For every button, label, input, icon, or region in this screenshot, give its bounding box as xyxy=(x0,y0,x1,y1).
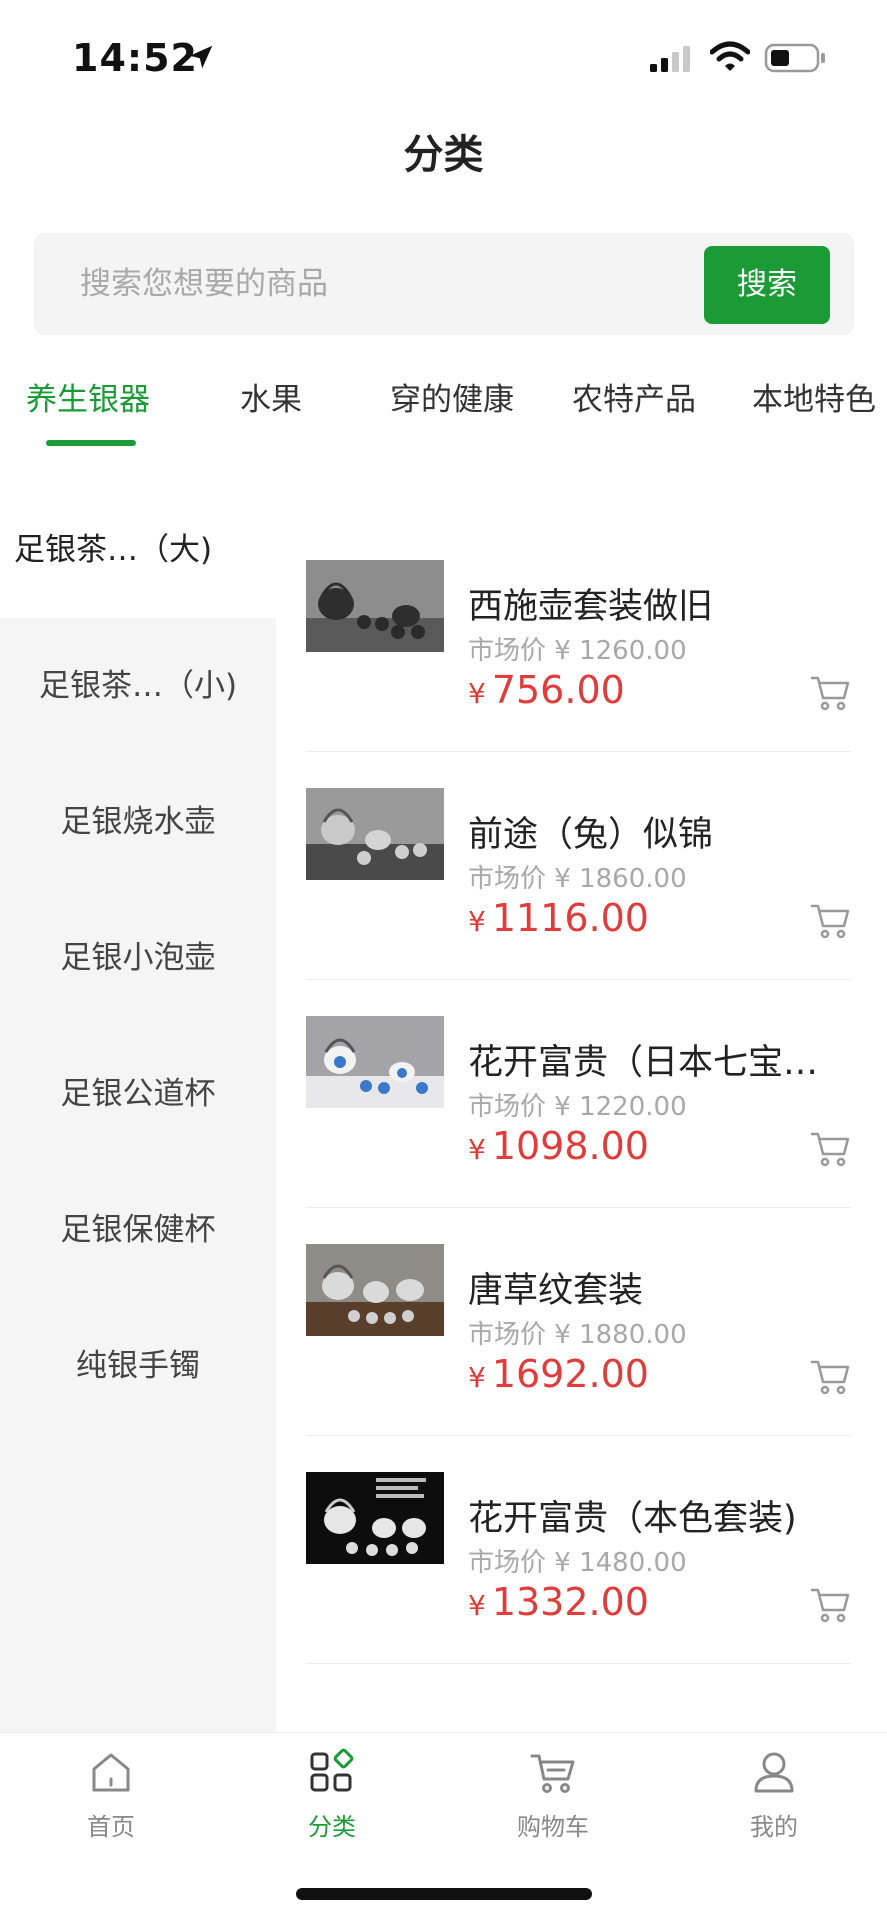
search-button[interactable]: 搜索 xyxy=(704,246,830,324)
home-icon xyxy=(92,1753,130,1792)
tab-local-specialties[interactable]: 本地特色 xyxy=(752,374,876,419)
product-image xyxy=(306,1244,444,1336)
nav-home[interactable]: 首页 xyxy=(41,1747,181,1842)
product-name: 花开富贵（本色套装) xyxy=(468,1499,797,1539)
market-price-value: ¥ 1480.00 xyxy=(554,1548,687,1578)
market-price: 市场价 ¥ 1860.00 xyxy=(468,858,687,895)
add-to-cart-icon[interactable] xyxy=(808,670,852,714)
currency-symbol: ¥ xyxy=(468,1133,486,1166)
sidebar-item-small-teapot[interactable]: 足银小泡壶 xyxy=(0,890,276,1026)
product-name: 西施壶套装做旧 xyxy=(468,587,714,627)
product-card[interactable]: 西施壶套装做旧 市场价 ¥ 1260.00 ¥756.00 xyxy=(276,482,887,752)
market-price-label: 市场价 xyxy=(468,1548,547,1578)
sidebar-item-bracelet[interactable]: 纯银手镯 xyxy=(0,1298,276,1434)
home-indicator[interactable] xyxy=(296,1888,592,1900)
sale-price: ¥1116.00 xyxy=(468,896,649,940)
tab-farm-products[interactable]: 农特产品 xyxy=(572,374,696,419)
add-to-cart-icon[interactable] xyxy=(808,1354,852,1398)
product-card[interactable]: 花开富贵（日本七宝… 市场价 ¥ 1220.00 ¥1098.00 xyxy=(276,938,887,1208)
currency-symbol: ¥ xyxy=(468,905,486,938)
search-bar: 搜索您想要的商品 搜索 xyxy=(34,233,854,335)
product-image xyxy=(306,1016,444,1108)
market-price-label: 市场价 xyxy=(468,1092,547,1122)
market-price: 市场价 ¥ 1480.00 xyxy=(468,1542,687,1579)
sale-price: ¥756.00 xyxy=(468,668,625,712)
market-price-label: 市场价 xyxy=(468,636,547,666)
page-title: 分类 xyxy=(403,132,484,178)
currency-symbol: ¥ xyxy=(468,1589,486,1622)
status-bar: 14:52 xyxy=(0,0,887,110)
sale-price: ¥1692.00 xyxy=(468,1352,649,1396)
status-time: 14:52 xyxy=(72,36,198,80)
cart-icon xyxy=(530,1754,575,1793)
add-to-cart-icon[interactable] xyxy=(808,898,852,942)
nav-cart[interactable]: 购物车 xyxy=(483,1747,623,1842)
market-price-value: ¥ 1880.00 xyxy=(554,1320,687,1350)
market-price-value: ¥ 1260.00 xyxy=(554,636,687,666)
tab-fruit[interactable]: 水果 xyxy=(240,374,302,419)
currency-symbol: ¥ xyxy=(468,1361,486,1394)
category-tabs: 养生银器 水果 穿的健康 农特产品 本地特色 xyxy=(0,360,887,460)
add-to-cart-icon[interactable] xyxy=(808,1582,852,1626)
sale-price: ¥1332.00 xyxy=(468,1580,649,1624)
market-price-value: ¥ 1860.00 xyxy=(554,864,687,894)
market-price-value: ¥ 1220.00 xyxy=(554,1092,687,1122)
sidebar-item-health-cup[interactable]: 足银保健杯 xyxy=(0,1162,276,1298)
product-image xyxy=(306,788,444,880)
product-name: 前途（兔）似锦 xyxy=(468,815,714,855)
price-value: 1098.00 xyxy=(491,1124,649,1168)
currency-symbol: ¥ xyxy=(468,677,486,710)
market-price: 市场价 ¥ 1220.00 xyxy=(468,1086,687,1123)
price-value: 1332.00 xyxy=(491,1580,649,1624)
sidebar: 足银茶…（大) 足银茶…（小) 足银烧水壶 足银小泡壶 足银公道杯 足银保健杯 … xyxy=(0,482,276,1732)
product-card[interactable]: 前途（兔）似锦 市场价 ¥ 1860.00 ¥1116.00 xyxy=(276,710,887,980)
product-name: 唐草纹套装 xyxy=(468,1271,644,1311)
price-value: 1692.00 xyxy=(491,1352,649,1396)
wifi-icon xyxy=(710,41,750,71)
market-price-label: 市场价 xyxy=(468,864,547,894)
product-card[interactable]: 花开富贵（本色套装) 市场价 ¥ 1480.00 ¥1332.00 xyxy=(276,1394,887,1664)
nav-cart-label: 购物车 xyxy=(517,1813,589,1841)
market-price: 市场价 ¥ 1880.00 xyxy=(468,1314,687,1351)
sidebar-item-tea-set-large[interactable]: 足银茶…（大) xyxy=(0,482,276,618)
product-card[interactable]: 唐草纹套装 市场价 ¥ 1880.00 ¥1692.00 xyxy=(276,1166,887,1436)
sidebar-item-fair-cup[interactable]: 足银公道杯 xyxy=(0,1026,276,1162)
nav-profile-label: 我的 xyxy=(750,1813,798,1841)
market-price: 市场价 ¥ 1260.00 xyxy=(468,630,687,667)
add-to-cart-icon[interactable] xyxy=(808,1126,852,1170)
product-image xyxy=(306,560,444,652)
sidebar-item-tea-set-small[interactable]: 足银茶…（小) xyxy=(0,618,276,754)
category-icon xyxy=(310,1748,354,1792)
divider xyxy=(306,1663,851,1664)
nav-home-label: 首页 xyxy=(87,1813,135,1841)
user-icon xyxy=(754,1752,794,1793)
price-value: 756.00 xyxy=(491,668,625,712)
location-arrow-icon xyxy=(189,45,213,69)
search-input[interactable]: 搜索您想要的商品 xyxy=(80,233,328,335)
sale-price: ¥1098.00 xyxy=(468,1124,649,1168)
active-tab-indicator xyxy=(46,440,136,446)
tab-health-silverware[interactable]: 养生银器 xyxy=(26,374,150,419)
market-price-label: 市场价 xyxy=(468,1320,547,1350)
nav-profile[interactable]: 我的 xyxy=(704,1747,844,1842)
product-image xyxy=(306,1472,444,1564)
nav-category[interactable]: 分类 xyxy=(262,1747,402,1842)
price-value: 1116.00 xyxy=(491,896,649,940)
cellular-signal-icon xyxy=(650,46,690,72)
sidebar-item-kettle[interactable]: 足银烧水壶 xyxy=(0,754,276,890)
battery-icon xyxy=(764,43,825,73)
product-list: 西施壶套装做旧 市场价 ¥ 1260.00 ¥756.00 前途（兔）似锦 市场… xyxy=(276,482,887,1732)
product-name: 花开富贵（日本七宝… xyxy=(468,1043,819,1083)
tab-healthy-wear[interactable]: 穿的健康 xyxy=(390,374,514,419)
nav-category-label: 分类 xyxy=(308,1813,356,1841)
